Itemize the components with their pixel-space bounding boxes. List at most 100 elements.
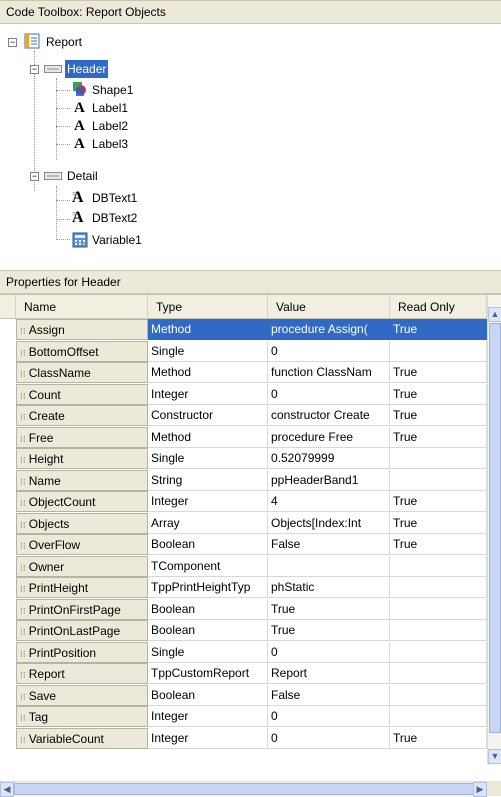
- property-row[interactable]: ⁝⁝ Free Method procedure Free True: [0, 426, 487, 448]
- property-row[interactable]: ⁝⁝ Count Integer 0 True: [0, 383, 487, 405]
- cell-value[interactable]: function ClassNam: [268, 362, 390, 383]
- tree-item-label3[interactable]: Label3: [90, 135, 130, 153]
- property-name: Free: [28, 430, 54, 445]
- drag-grip-icon[interactable]: ⁝⁝: [20, 326, 26, 336]
- cell-readonly: True: [390, 405, 487, 426]
- collapse-detail-icon[interactable]: −: [30, 172, 39, 181]
- property-row[interactable]: ⁝⁝ Save Boolean False: [0, 684, 487, 706]
- cell-value[interactable]: 0: [268, 727, 390, 749]
- drag-grip-icon[interactable]: ⁝⁝: [20, 434, 26, 444]
- drag-grip-icon[interactable]: ⁝⁝: [20, 735, 26, 745]
- tree-item-report[interactable]: Report: [44, 33, 84, 51]
- drag-grip-icon[interactable]: ⁝⁝: [20, 498, 26, 508]
- drag-grip-icon[interactable]: ⁝⁝: [20, 627, 26, 637]
- cell-value[interactable]: [268, 555, 390, 577]
- properties-grid[interactable]: Name Type Value Read Only ⁝⁝ Assign Method…: [0, 294, 501, 797]
- drag-grip-icon[interactable]: ⁝⁝: [20, 563, 26, 573]
- property-row[interactable]: ⁝⁝ Tag Integer 0: [0, 706, 487, 727]
- cell-value[interactable]: 0: [268, 383, 390, 405]
- tree-item-shape1[interactable]: Shape1: [90, 81, 135, 99]
- cell-readonly: True: [390, 727, 487, 749]
- collapse-header-icon[interactable]: −: [30, 65, 39, 74]
- property-row[interactable]: ⁝⁝ BottomOffset Single 0: [0, 340, 487, 362]
- drag-grip-icon[interactable]: ⁝⁝: [20, 584, 26, 594]
- property-row[interactable]: ⁝⁝ VariableCount Integer 0 True: [0, 727, 487, 749]
- property-row[interactable]: ⁝⁝ PrintPosition Single 0: [0, 641, 487, 663]
- column-header-name[interactable]: Name: [16, 295, 148, 319]
- tree-line: [56, 239, 70, 240]
- property-name: Name: [28, 473, 61, 488]
- vertical-scrollbar[interactable]: ▲ ▼: [487, 295, 501, 765]
- tree-line: [56, 90, 70, 91]
- property-row[interactable]: ⁝⁝ PrintHeight TppPrintHeightTyp phStatic: [0, 577, 487, 598]
- drag-grip-icon[interactable]: ⁝⁝: [20, 713, 26, 723]
- report-object-tree[interactable]: − Report − Header Shape1 A Label1 A Labe…: [6, 26, 501, 266]
- property-row[interactable]: ⁝⁝ Name String ppHeaderBand1: [0, 469, 487, 491]
- property-row[interactable]: ⁝⁝ Assign Method procedure Assign(True: [0, 319, 487, 340]
- cell-value[interactable]: False: [268, 534, 390, 555]
- cell-value[interactable]: phStatic: [268, 577, 390, 598]
- cell-value[interactable]: True: [268, 598, 390, 620]
- property-row[interactable]: ⁝⁝ Owner TComponent: [0, 555, 487, 577]
- cell-value[interactable]: ppHeaderBand1: [268, 469, 390, 491]
- property-name: VariableCount: [28, 731, 104, 746]
- cell-value[interactable]: 0: [268, 340, 390, 362]
- property-row[interactable]: ⁝⁝ Objects Array Objects[Index:Int True: [0, 512, 487, 534]
- horizontal-scrollbar[interactable]: ◀ ▶: [0, 781, 487, 797]
- scroll-down-icon[interactable]: ▼: [488, 749, 501, 764]
- tree-item-variable1[interactable]: Variable1: [90, 231, 144, 249]
- drag-grip-icon[interactable]: ⁝⁝: [20, 649, 26, 659]
- cell-value[interactable]: False: [268, 684, 390, 706]
- column-header-type[interactable]: Type: [148, 295, 268, 319]
- cell-value[interactable]: Report: [268, 663, 390, 684]
- property-row[interactable]: ⁝⁝ Report TppCustomReport Report: [0, 663, 487, 684]
- property-row[interactable]: ⁝⁝ OverFlow Boolean False True: [0, 534, 487, 555]
- scroll-up-icon[interactable]: ▲: [488, 307, 501, 322]
- cell-readonly: True: [390, 426, 487, 448]
- tree-item-detail[interactable]: Detail: [65, 167, 100, 185]
- tree-line: [56, 108, 70, 109]
- drag-grip-icon[interactable]: ⁝⁝: [20, 391, 26, 401]
- cell-value[interactable]: 0.52079999: [268, 448, 390, 469]
- drag-grip-icon[interactable]: ⁝⁝: [20, 692, 26, 702]
- tree-item-dbtext2[interactable]: DBText2: [90, 209, 139, 227]
- drag-grip-icon[interactable]: ⁝⁝: [20, 670, 26, 680]
- drag-grip-icon[interactable]: ⁝⁝: [20, 455, 26, 465]
- cell-name: ⁝⁝ PrintOnFirstPage: [16, 598, 148, 620]
- drag-grip-icon[interactable]: ⁝⁝: [20, 477, 26, 487]
- cell-name: ⁝⁝ Owner: [16, 555, 148, 577]
- cell-type: Boolean: [148, 620, 268, 641]
- tree-item-dbtext1[interactable]: DBText1: [90, 189, 139, 207]
- cell-value[interactable]: Objects[Index:Int: [268, 512, 390, 534]
- property-row[interactable]: ⁝⁝ PrintOnFirstPage Boolean True: [0, 598, 487, 620]
- collapse-report-icon[interactable]: −: [8, 38, 17, 47]
- cell-value[interactable]: 0: [268, 641, 390, 663]
- tree-line: [56, 200, 70, 201]
- vertical-scroll-thumb[interactable]: [489, 323, 501, 733]
- cell-value[interactable]: procedure Assign(: [268, 319, 390, 340]
- column-header-value[interactable]: Value: [268, 295, 390, 319]
- tree-item-header[interactable]: Header: [65, 60, 109, 78]
- cell-readonly: True: [390, 362, 487, 383]
- cell-value[interactable]: 0: [268, 706, 390, 727]
- property-row[interactable]: ⁝⁝ ClassName Method function ClassNam True: [0, 362, 487, 383]
- column-header-read-only[interactable]: Read Only: [390, 295, 487, 319]
- drag-grip-icon[interactable]: ⁝⁝: [20, 520, 26, 530]
- drag-grip-icon[interactable]: ⁝⁝: [20, 369, 26, 379]
- cell-type: Method: [148, 319, 268, 340]
- cell-value[interactable]: 4: [268, 491, 390, 512]
- drag-grip-icon[interactable]: ⁝⁝: [20, 348, 26, 358]
- cell-value[interactable]: constructor Create: [268, 405, 390, 426]
- tree-item-label2[interactable]: Label2: [90, 117, 130, 135]
- property-row[interactable]: ⁝⁝ Height Single 0.52079999: [0, 448, 487, 469]
- drag-grip-icon[interactable]: ⁝⁝: [20, 606, 26, 616]
- property-row[interactable]: ⁝⁝ Create Constructor constructor Create Tru…: [0, 405, 487, 426]
- cell-value[interactable]: procedure Free: [268, 426, 390, 448]
- horizontal-scroll-thumb[interactable]: [14, 783, 474, 795]
- property-row[interactable]: ⁝⁝ ObjectCount Integer 4 True: [0, 491, 487, 512]
- cell-value[interactable]: True: [268, 620, 390, 641]
- property-row[interactable]: ⁝⁝ PrintOnLastPage Boolean True: [0, 620, 487, 641]
- tree-item-label1[interactable]: Label1: [90, 99, 130, 117]
- drag-grip-icon[interactable]: ⁝⁝: [20, 541, 26, 551]
- drag-grip-icon[interactable]: ⁝⁝: [20, 412, 26, 422]
